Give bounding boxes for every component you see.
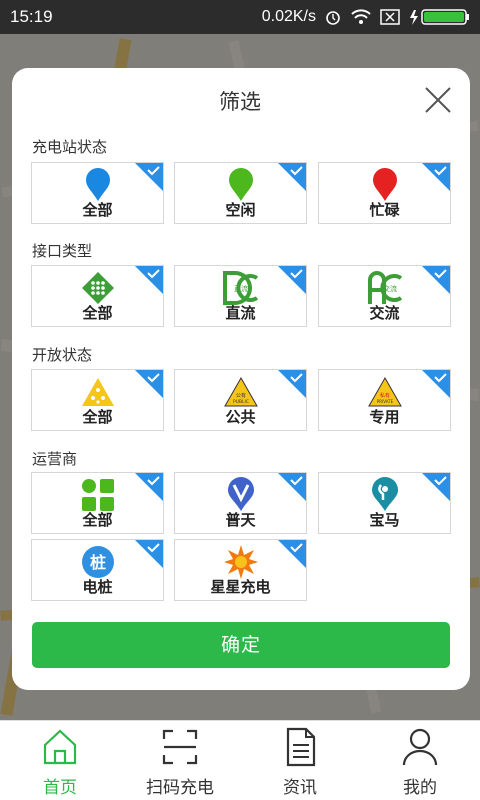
check-icon <box>422 163 450 191</box>
bottom-nav: 首页 扫码充电 资讯 我的 <box>0 720 480 800</box>
option-label: 电桩 <box>82 578 113 596</box>
nav-label: 资讯 <box>283 778 317 798</box>
operator-all-icon <box>81 479 114 511</box>
svg-text:交流: 交流 <box>383 284 397 293</box>
check-icon <box>135 266 163 294</box>
check-icon <box>278 163 306 191</box>
pin-green-icon <box>228 168 253 201</box>
dialog-title: 筛选 <box>219 90 261 114</box>
option-label: 全部 <box>82 304 113 322</box>
alarm-icon <box>326 11 340 25</box>
section-title-operator: 运营商 <box>32 450 78 468</box>
connector-all-icon <box>81 272 114 304</box>
svg-text:PUBLIC: PUBLIC <box>232 399 248 405</box>
check-icon <box>278 266 306 294</box>
option-status-idle[interactable]: 空闲 <box>174 162 307 224</box>
section-title-connector-type: 接口类型 <box>32 242 93 260</box>
option-label: 全部 <box>82 511 113 529</box>
wifi-icon <box>351 9 371 24</box>
svg-text:私有: 私有 <box>379 392 389 399</box>
nav-item-news[interactable]: 资讯 <box>240 721 360 800</box>
status-bar: 15:19 0.02K/s <box>0 0 480 34</box>
check-icon <box>135 540 163 568</box>
option-operator-bmw[interactable]: 宝马 <box>318 472 451 534</box>
check-icon <box>135 473 163 501</box>
option-operator-putian[interactable]: 普天 <box>174 472 307 534</box>
option-label: 全部 <box>82 408 113 426</box>
open-all-icon <box>81 378 114 406</box>
section-title-station-status: 充电站状态 <box>32 138 108 156</box>
bmw-pin-icon <box>371 477 398 511</box>
option-status-busy[interactable]: 忙碌 <box>318 162 451 224</box>
check-icon <box>422 473 450 501</box>
nav-item-home[interactable]: 首页 <box>0 721 120 800</box>
nav-label: 扫码充电 <box>146 778 214 798</box>
dianzhuang-logo-icon: 桩 <box>81 546 114 578</box>
check-icon <box>278 370 306 398</box>
option-label: 交流 <box>369 304 400 322</box>
svg-text:PRIVATE: PRIVATE <box>376 399 393 404</box>
option-open-all[interactable]: 全部 <box>31 369 164 431</box>
option-connector-all[interactable]: 全部 <box>31 265 164 327</box>
dc-icon: 直流 <box>222 271 258 305</box>
option-label: 全部 <box>82 201 113 219</box>
svg-text:直流: 直流 <box>234 284 248 293</box>
xingxing-logo-icon <box>223 545 258 579</box>
network-speed: 0.02K/s <box>261 8 316 25</box>
close-icon <box>425 87 451 113</box>
close-button[interactable] <box>420 82 456 118</box>
nav-label: 我的 <box>403 778 437 798</box>
option-operator-all[interactable]: 全部 <box>31 472 164 534</box>
check-icon <box>278 540 306 568</box>
option-open-private[interactable]: 私有 PRIVATE 专用 <box>318 369 451 431</box>
sim-off-icon <box>380 9 400 25</box>
pin-red-icon <box>372 168 397 201</box>
check-icon <box>422 370 450 398</box>
private-sign-icon: 私有 PRIVATE <box>367 376 402 407</box>
option-label: 普天 <box>225 511 256 529</box>
option-label: 忙碌 <box>369 201 400 219</box>
check-icon <box>135 370 163 398</box>
svg-text:公有: 公有 <box>235 392 245 399</box>
option-label: 空闲 <box>225 201 256 219</box>
home-icon <box>43 729 77 765</box>
option-connector-ac[interactable]: 交流 交流 <box>318 265 451 327</box>
nav-item-scan[interactable]: 扫码充电 <box>120 721 240 800</box>
option-status-all[interactable]: 全部 <box>31 162 164 224</box>
nav-label: 首页 <box>43 778 77 798</box>
check-icon <box>135 163 163 191</box>
check-icon <box>422 266 450 294</box>
putian-logo-icon <box>227 477 254 511</box>
option-label: 宝马 <box>369 511 400 529</box>
confirm-button[interactable]: 确定 <box>32 622 450 668</box>
battery-charging-icon <box>410 9 469 25</box>
status-time: 15:19 <box>10 7 53 26</box>
svg-text:桩: 桩 <box>89 553 105 572</box>
nav-item-profile[interactable]: 我的 <box>360 721 480 800</box>
option-connector-dc[interactable]: 直流 直流 <box>174 265 307 327</box>
pin-blue-icon <box>85 168 110 201</box>
news-icon <box>286 727 316 767</box>
option-operator-xingxing[interactable]: 星星充电 <box>174 539 307 601</box>
public-sign-icon: 公有 PUBLIC <box>223 376 258 407</box>
option-label: 公共 <box>225 408 256 426</box>
check-icon <box>278 473 306 501</box>
option-label: 专用 <box>369 408 400 426</box>
option-operator-dianzhuang[interactable]: 桩 电桩 <box>31 539 164 601</box>
option-label: 直流 <box>225 304 256 322</box>
ac-icon: 交流 <box>367 271 402 304</box>
profile-icon <box>402 728 438 766</box>
scan-icon <box>162 729 198 765</box>
section-title-open-status: 开放状态 <box>32 346 93 364</box>
option-label: 星星充电 <box>210 578 271 596</box>
option-open-public[interactable]: 公有 PUBLIC 公共 <box>174 369 307 431</box>
